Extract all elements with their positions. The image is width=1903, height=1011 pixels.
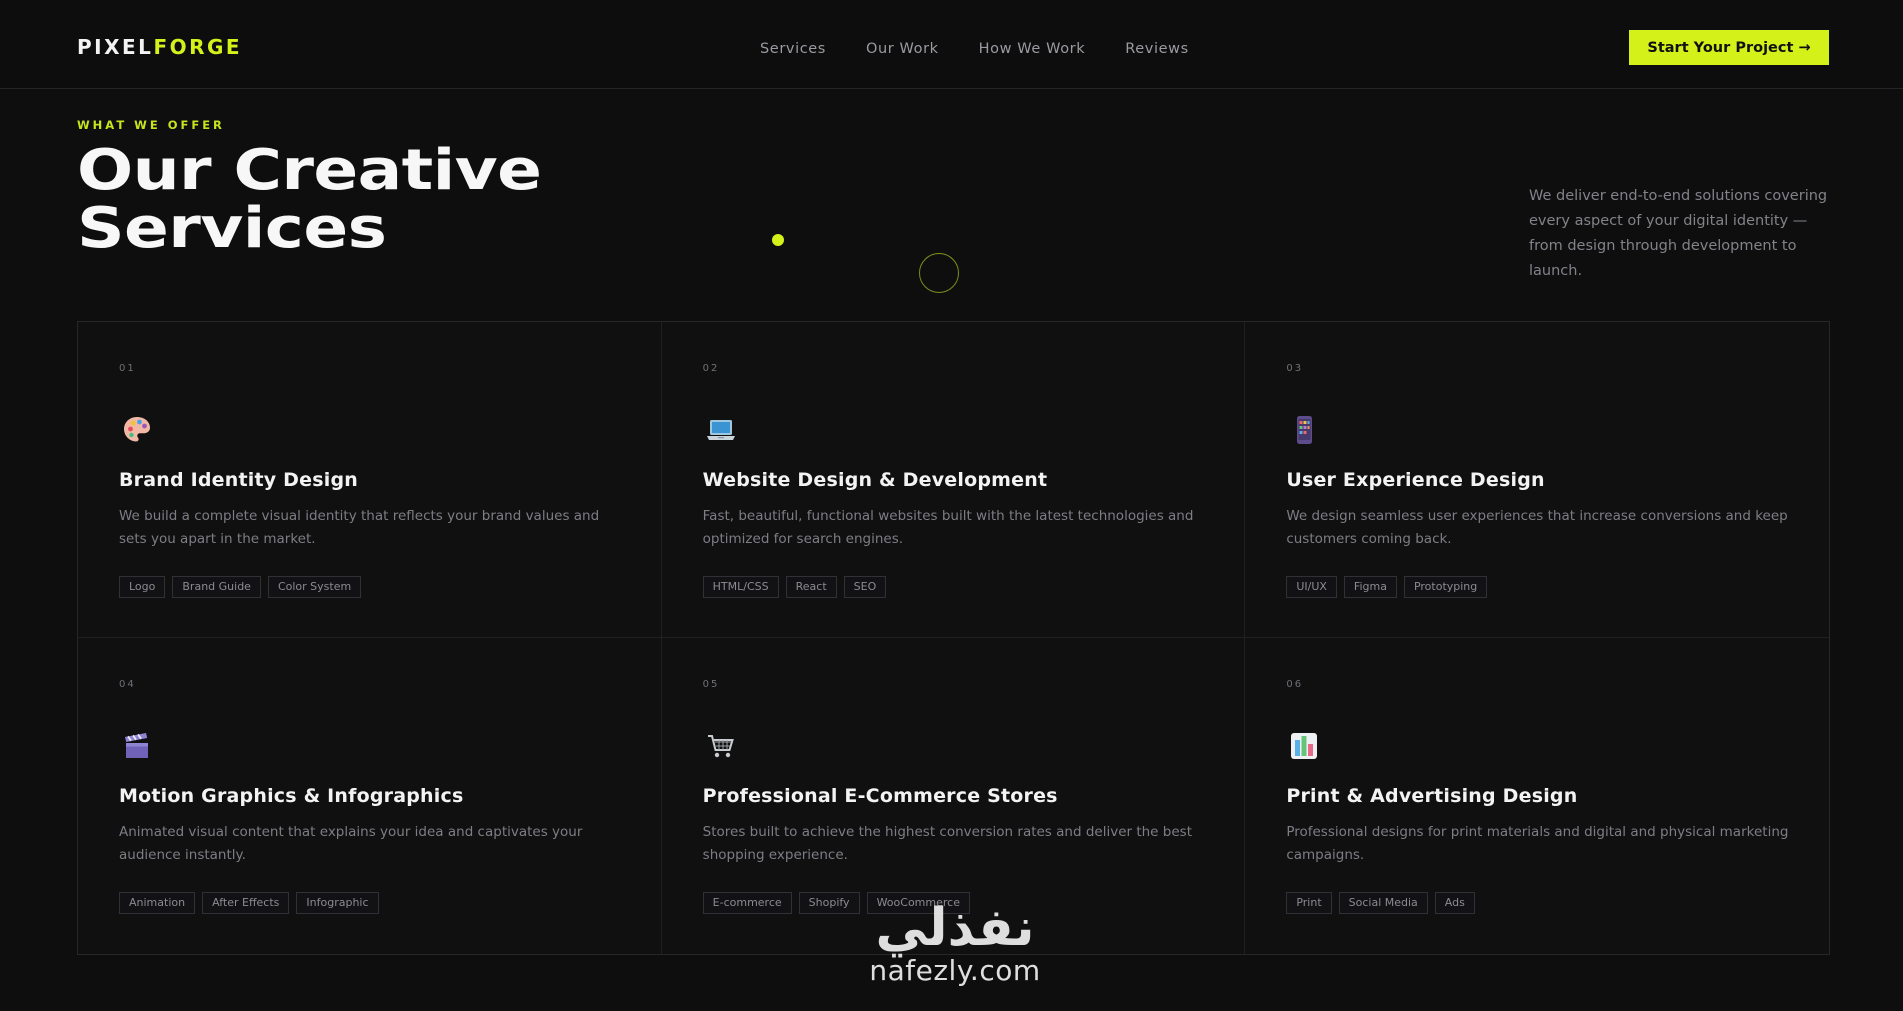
tag: After Effects bbox=[202, 892, 290, 914]
nav-link-how-we-work[interactable]: How We Work bbox=[979, 39, 1086, 59]
service-number: 01 bbox=[119, 363, 136, 374]
service-description: Professional designs for print materials… bbox=[1286, 824, 1789, 863]
nav-link-our-work[interactable]: Our Work bbox=[866, 39, 939, 59]
tag: Color System bbox=[267, 576, 362, 598]
service-description: Stores built to achieve the highest conv… bbox=[702, 824, 1192, 863]
nav-link-reviews[interactable]: Reviews bbox=[1125, 39, 1189, 59]
start-project-button[interactable]: Start Your Project → bbox=[1629, 30, 1829, 65]
service-card-ecommerce[interactable]: 05 Professional E-Commerce Stores Stores… bbox=[661, 638, 1246, 954]
service-title: Website Design & Development bbox=[702, 469, 1048, 491]
service-card-brand-identity[interactable]: 01 Brand Identity Design We build a comp… bbox=[78, 322, 662, 638]
title-line-1: Our Creative bbox=[77, 138, 542, 203]
service-tags: HTML/CSS React SEO bbox=[702, 576, 887, 598]
tag: E-commerce bbox=[702, 892, 792, 914]
tag: SEO bbox=[843, 576, 887, 598]
service-title: Professional E-Commerce Stores bbox=[702, 785, 1058, 807]
nav-menu: Services Our Work How We Work Reviews bbox=[760, 39, 1229, 59]
tag: WooCommerce bbox=[866, 892, 970, 914]
service-card-website[interactable]: 02 Website Design & Development Fast, be… bbox=[661, 322, 1246, 638]
tag: Animation bbox=[119, 892, 196, 914]
mobile-phone-icon bbox=[1286, 412, 1322, 448]
logo-text-forge: FORGE bbox=[153, 35, 243, 59]
tag: Infographic bbox=[296, 892, 379, 914]
tag: Print bbox=[1286, 892, 1332, 914]
service-card-motion-graphics[interactable]: 04 Motion Graphics & Infographics Animat… bbox=[78, 638, 662, 954]
title-line-2: Services bbox=[77, 196, 387, 261]
logo[interactable]: PIXELFORGE bbox=[77, 36, 242, 58]
service-description: We build a complete visual identity that… bbox=[119, 508, 600, 547]
tag: Ads bbox=[1434, 892, 1475, 914]
cursor-dot bbox=[772, 234, 784, 246]
tag: Social Media bbox=[1338, 892, 1428, 914]
tag: Brand Guide bbox=[172, 576, 261, 598]
tag: Figma bbox=[1343, 576, 1397, 598]
service-tags: UI/UX Figma Prototyping bbox=[1286, 576, 1488, 598]
clapperboard-icon bbox=[119, 728, 155, 764]
service-description: We design seamless user experiences that… bbox=[1286, 508, 1788, 547]
service-number: 04 bbox=[119, 679, 136, 690]
shopping-cart-icon bbox=[703, 728, 739, 764]
hero-description: We deliver end-to-end solutions covering… bbox=[1529, 188, 1828, 279]
service-description: Animated visual content that explains yo… bbox=[119, 824, 583, 863]
top-nav: PIXELFORGE Services Our Work How We Work… bbox=[0, 0, 1903, 89]
service-card-ux[interactable]: 03 User Experience Design We design seam… bbox=[1245, 322, 1829, 638]
watermark-latin: nafezly.com bbox=[869, 954, 1041, 987]
tag: Logo bbox=[119, 576, 166, 598]
palette-icon bbox=[119, 412, 155, 448]
service-number: 06 bbox=[1286, 679, 1304, 690]
service-tags: Animation After Effects Infographic bbox=[119, 892, 379, 914]
service-tags: Logo Brand Guide Color System bbox=[119, 576, 362, 598]
service-number: 03 bbox=[1286, 363, 1304, 374]
bar-chart-icon bbox=[1286, 728, 1322, 764]
service-card-print[interactable]: 06 Print & Advertising Design Profession… bbox=[1245, 638, 1829, 954]
service-title: User Experience Design bbox=[1286, 469, 1545, 491]
service-title: Print & Advertising Design bbox=[1286, 785, 1578, 807]
section-eyebrow: WHAT WE OFFER bbox=[77, 118, 225, 132]
service-description: Fast, beautiful, functional websites bui… bbox=[702, 508, 1194, 547]
service-title: Motion Graphics & Infographics bbox=[119, 785, 464, 807]
service-number: 02 bbox=[702, 363, 720, 374]
laptop-icon bbox=[703, 412, 739, 448]
nav-link-services[interactable]: Services bbox=[760, 39, 826, 59]
service-tags: Print Social Media Ads bbox=[1286, 892, 1475, 914]
tag: UI/UX bbox=[1286, 576, 1337, 598]
cursor-ring bbox=[919, 253, 959, 293]
tag: React bbox=[785, 576, 837, 598]
service-number: 05 bbox=[702, 679, 720, 690]
tag: Prototyping bbox=[1403, 576, 1488, 598]
tag: HTML/CSS bbox=[702, 576, 779, 598]
logo-text-pixel: PIXEL bbox=[77, 35, 154, 59]
service-tags: E-commerce Shopify WooCommerce bbox=[702, 892, 970, 914]
tag: Shopify bbox=[798, 892, 860, 914]
services-grid: 01 Brand Identity Design We build a comp… bbox=[77, 321, 1830, 955]
service-title: Brand Identity Design bbox=[119, 469, 358, 491]
